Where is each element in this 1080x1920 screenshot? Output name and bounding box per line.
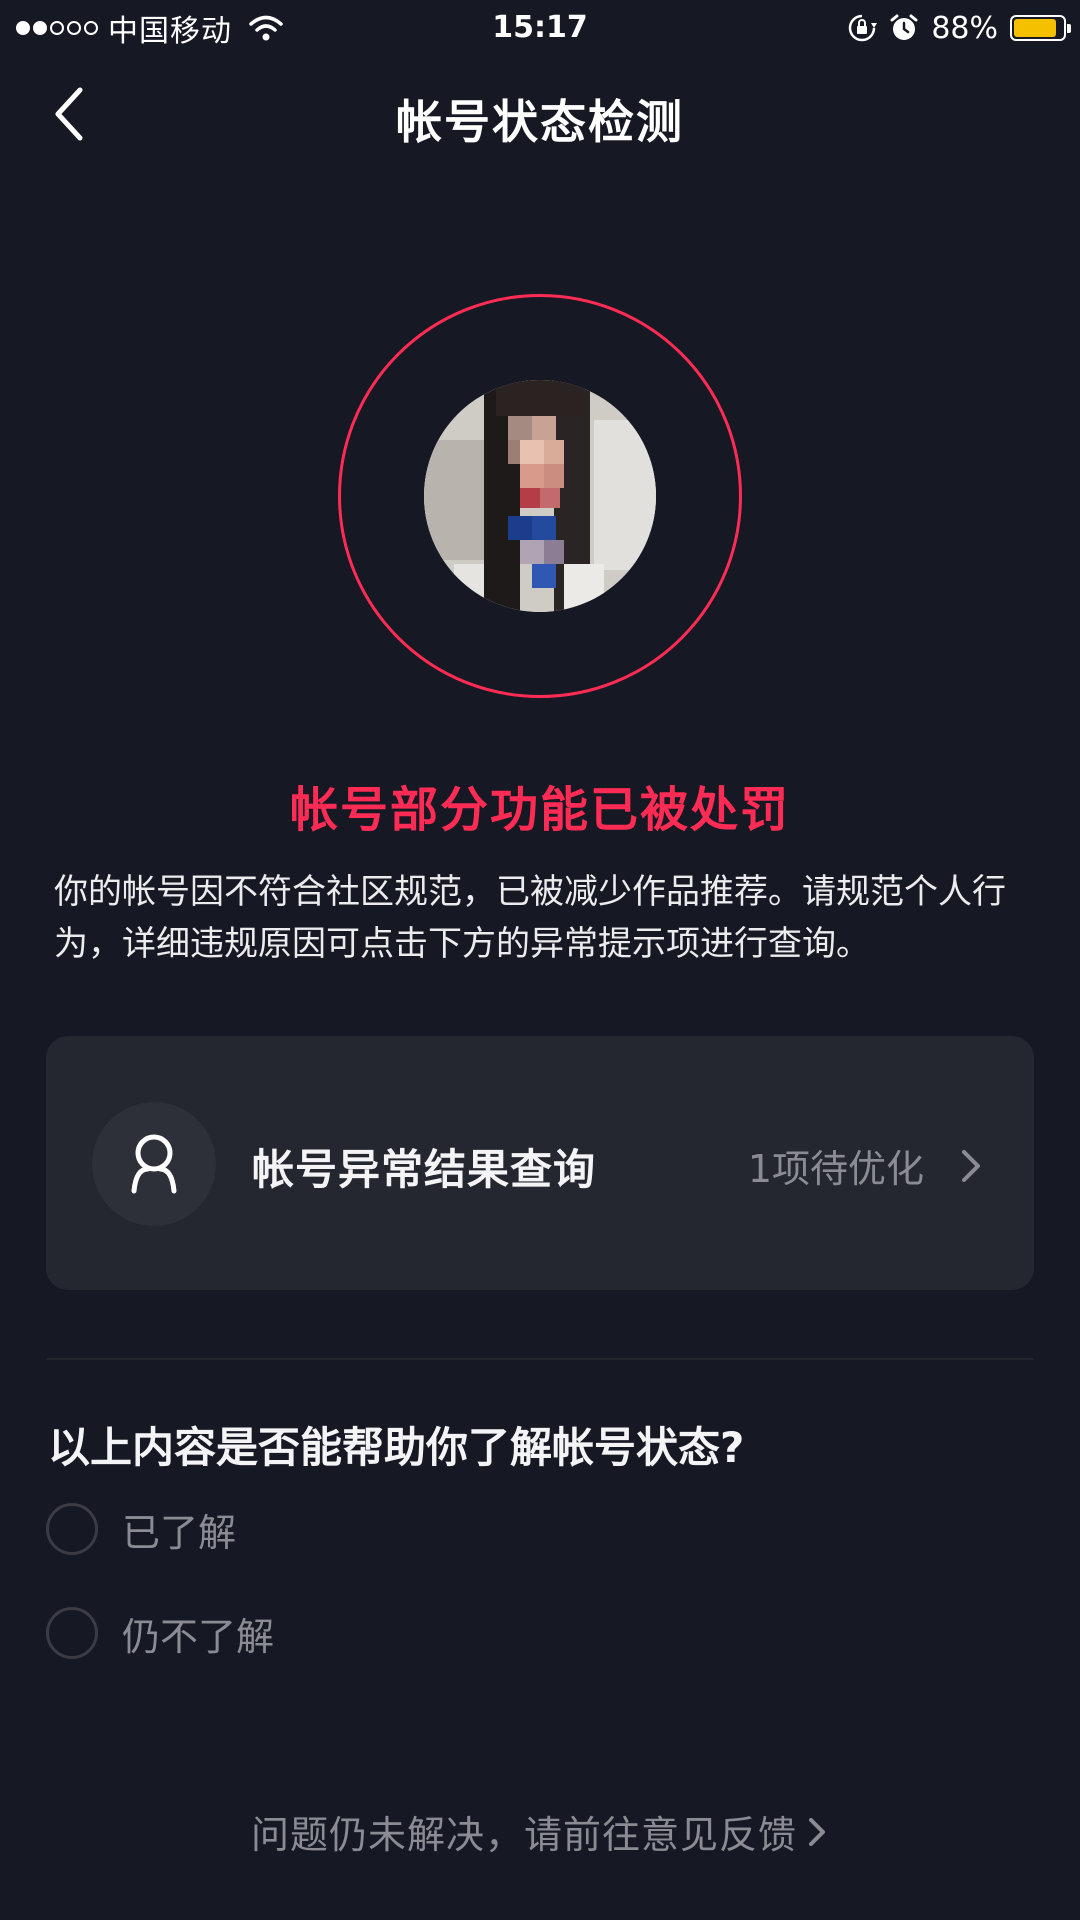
avatar-image xyxy=(424,380,656,612)
punishment-headline: 帐号部分功能已被处罚 xyxy=(289,782,790,838)
card-title: 帐号异常结果查询 xyxy=(252,1145,597,1194)
battery-icon xyxy=(1010,15,1071,41)
account-anomaly-query-card[interactable]: 帐号异常结果查询 1项待优化 xyxy=(46,1036,1034,1290)
status-bar-right: 88% xyxy=(847,8,1071,48)
chevron-right-icon xyxy=(962,1150,980,1182)
battery-percentage: 88% xyxy=(931,10,998,46)
battery-level xyxy=(1014,19,1057,37)
feedback-link[interactable]: 问题仍未解决，请前往意见反馈 xyxy=(0,1804,1080,1859)
status-description: 你的帐号因不符合社区规范，已被减少作品推荐。请规范个人行为，详细违规原因可点击下… xyxy=(54,872,1006,964)
page: 中国移动 15:17 88% 帐号状态检测 帐号部分功能已被处罚 你的帐号因不符… xyxy=(0,0,1080,1920)
option-label: 已了解 xyxy=(122,1510,237,1555)
status-bar: 中国移动 15:17 88% xyxy=(0,0,1080,54)
chevron-right-icon xyxy=(809,1817,825,1846)
radio-button[interactable] xyxy=(46,1503,98,1555)
alarm-icon xyxy=(890,14,918,40)
divider xyxy=(46,1358,1034,1360)
survey-question: 以上内容是否能帮助你了解帐号状态? xyxy=(48,1423,745,1472)
rotation-lock-icon xyxy=(849,14,878,42)
option-understood[interactable]: 已了解 xyxy=(46,1502,236,1556)
user-icon xyxy=(92,1102,216,1226)
option-label: 仍不了解 xyxy=(122,1614,275,1659)
option-not-understood[interactable]: 仍不了解 xyxy=(46,1606,274,1660)
avatar xyxy=(424,380,656,612)
radio-button[interactable] xyxy=(46,1607,98,1659)
card-status: 1项待优化 xyxy=(747,1147,924,1191)
feedback-link-text: 问题仍未解决，请前往意见反馈 xyxy=(250,1813,797,1857)
page-title: 帐号状态检测 xyxy=(396,95,684,149)
